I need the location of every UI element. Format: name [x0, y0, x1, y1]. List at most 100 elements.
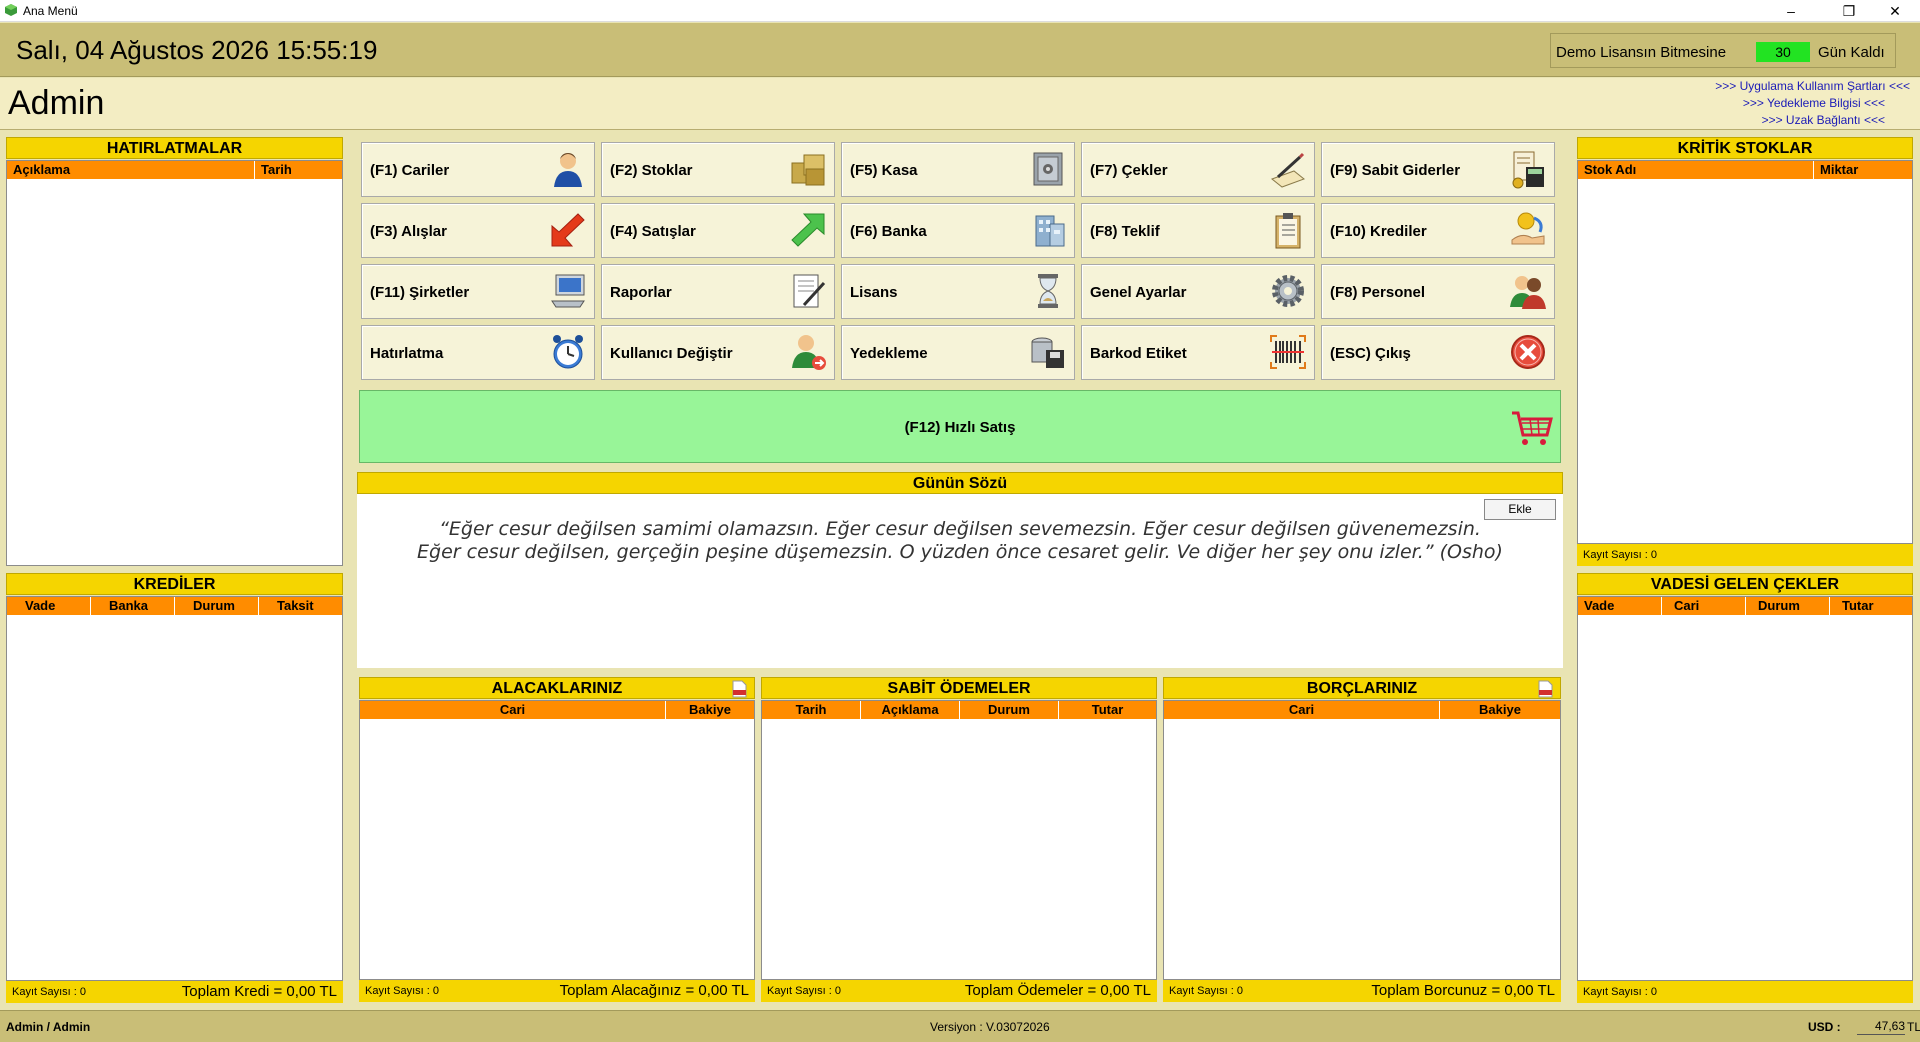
- exit-button[interactable]: (ESC) Çıkış: [1321, 325, 1555, 380]
- column-header[interactable]: Açıklama: [861, 701, 960, 719]
- column-header[interactable]: Tutar: [1830, 597, 1912, 615]
- pdf-export-icon[interactable]: [1536, 680, 1554, 698]
- reminders-header: Açıklama Tarih: [7, 161, 342, 179]
- record-count: Kayıt Sayısı : 0: [12, 986, 86, 998]
- status-bar: Admin / Admin Versiyon : V.03072026 USD …: [0, 1010, 1920, 1042]
- fixed-payments-header: Tarih Açıklama Durum Tutar: [762, 701, 1156, 719]
- column-header[interactable]: Tarih: [255, 161, 342, 179]
- backup-disk-icon: [1031, 337, 1064, 368]
- receivables-title: ALACAKLARINIZ: [491, 680, 623, 697]
- column-header[interactable]: Açıklama: [7, 161, 255, 179]
- loans-button[interactable]: (F10) Krediler: [1321, 203, 1555, 258]
- checks-button[interactable]: (F7) Çekler: [1081, 142, 1315, 197]
- column-header[interactable]: Cari: [1164, 701, 1440, 719]
- record-count: Kayıt Sayısı : 0: [767, 985, 841, 997]
- column-header[interactable]: Bakiye: [666, 701, 754, 719]
- app-icon: [5, 4, 17, 16]
- quick-sale-label: (F12) Hızlı Satış: [904, 419, 1016, 436]
- column-header[interactable]: Tutar: [1059, 701, 1156, 719]
- backup-info-link[interactable]: >>> Yedekleme Bilgisi <<<: [1743, 96, 1885, 110]
- total-debt: Toplam Borcunuz = 0,00 TL: [1371, 982, 1555, 999]
- column-header[interactable]: Cari: [360, 701, 666, 719]
- quick-sale-button[interactable]: (F12) Hızlı Satış: [359, 390, 1561, 463]
- gear-icon: [1272, 275, 1304, 307]
- column-header[interactable]: Vade: [1578, 597, 1662, 615]
- column-header[interactable]: Bakiye: [1440, 701, 1560, 719]
- staff-button[interactable]: (F8) Personel: [1321, 264, 1555, 319]
- bank-button[interactable]: (F6) Banka: [841, 203, 1075, 258]
- column-header[interactable]: Durum: [960, 701, 1059, 719]
- due-checks-footer: Kayıt Sayısı : 0: [1577, 981, 1913, 1003]
- license-button[interactable]: Lisans: [841, 264, 1075, 319]
- reminders-title: HATIRLATMALAR: [6, 137, 343, 159]
- remote-connection-link[interactable]: >>> Uzak Bağlantı <<<: [1762, 113, 1885, 127]
- button-label: (F11) Şirketler: [370, 284, 470, 301]
- barcode-icon: [1270, 335, 1306, 369]
- column-header[interactable]: Taksit: [259, 597, 342, 615]
- debts-title-bar: BORÇLARINIZ: [1163, 677, 1561, 699]
- debts-footer: Kayıt Sayısı : 0 Toplam Borcunuz = 0,00 …: [1163, 980, 1561, 1002]
- fixed-payments-title: SABİT ÖDEMELER: [761, 677, 1157, 699]
- close-button[interactable]: ✕: [1872, 0, 1918, 22]
- button-label: Lisans: [850, 284, 898, 301]
- column-header[interactable]: Miktar: [1814, 161, 1912, 179]
- license-info: Demo Lisansın Bitmesine 30 Gün Kaldı: [1550, 33, 1896, 68]
- fixed-expenses-button[interactable]: (F9) Sabit Giderler: [1321, 142, 1555, 197]
- user-bar: Admin >>> Uygulama Kullanım Şartları <<<…: [0, 78, 1920, 130]
- companies-button[interactable]: (F11) Şirketler: [361, 264, 595, 319]
- credits-grid[interactable]: Vade Banka Durum Taksit: [6, 596, 343, 981]
- column-header[interactable]: Banka: [91, 597, 175, 615]
- stocks-button[interactable]: (F2) Stoklar: [601, 142, 835, 197]
- debts-grid[interactable]: Cari Bakiye: [1163, 700, 1561, 980]
- reminders-grid[interactable]: Açıklama Tarih: [6, 160, 343, 566]
- maximize-button[interactable]: ❐: [1826, 0, 1872, 22]
- critical-stocks-grid[interactable]: Stok Adı Miktar: [1577, 160, 1913, 544]
- column-header[interactable]: Durum: [175, 597, 259, 615]
- column-header[interactable]: Tarih: [762, 701, 861, 719]
- cash-register-button[interactable]: (F5) Kasa: [841, 142, 1075, 197]
- reminder-button[interactable]: Hatırlatma: [361, 325, 595, 380]
- button-label: (F1) Cariler: [370, 162, 450, 179]
- add-quote-button[interactable]: Ekle: [1484, 499, 1556, 520]
- backup-button[interactable]: Yedekleme: [841, 325, 1075, 380]
- quote-panel: “Eğer cesur değilsen samimi olamazsın. E…: [357, 494, 1563, 668]
- customers-button[interactable]: (F1) Cariler: [361, 142, 595, 197]
- button-label: (F6) Banka: [850, 223, 927, 240]
- hourglass-icon: [1038, 274, 1058, 308]
- barcode-label-button[interactable]: Barkod Etiket: [1081, 325, 1315, 380]
- purchases-button[interactable]: (F3) Alışlar: [361, 203, 595, 258]
- button-label: Kullanıcı Değiştir: [610, 345, 733, 362]
- fixed-payments-grid[interactable]: Tarih Açıklama Durum Tutar: [761, 700, 1157, 980]
- switch-user-button[interactable]: Kullanıcı Değiştir: [601, 325, 835, 380]
- sales-button[interactable]: (F4) Satışlar: [601, 203, 835, 258]
- column-header[interactable]: Cari: [1662, 597, 1746, 615]
- button-label: (F7) Çekler: [1090, 162, 1168, 179]
- column-header[interactable]: Vade: [7, 597, 91, 615]
- critical-stocks-title: KRİTİK STOKLAR: [1577, 137, 1913, 159]
- column-header[interactable]: Durum: [1746, 597, 1830, 615]
- reports-button[interactable]: Raporlar: [601, 264, 835, 319]
- title-bar: Ana Menü – ❐ ✕: [0, 0, 1920, 22]
- status-user: Admin / Admin: [6, 1020, 91, 1034]
- due-checks-header: Vade Cari Durum Tutar: [1578, 597, 1912, 615]
- button-label: (F8) Personel: [1330, 284, 1426, 301]
- pdf-export-icon[interactable]: [730, 680, 748, 698]
- exit-icon: [1511, 335, 1545, 369]
- receivables-grid[interactable]: Cari Bakiye: [359, 700, 755, 980]
- staff-icon: [1510, 276, 1546, 309]
- settings-button[interactable]: Genel Ayarlar: [1081, 264, 1315, 319]
- due-checks-grid[interactable]: Vade Cari Durum Tutar: [1577, 596, 1913, 981]
- column-header[interactable]: Stok Adı: [1578, 161, 1814, 179]
- arrow-down-left-icon: [551, 213, 585, 247]
- terms-link[interactable]: >>> Uygulama Kullanım Şartları <<<: [1715, 79, 1910, 93]
- check-sign-icon: [1270, 152, 1306, 188]
- button-label: (F5) Kasa: [850, 162, 918, 179]
- usd-rate-field[interactable]: 47,63: [1857, 1017, 1905, 1035]
- window-title: Ana Menü: [23, 4, 78, 18]
- date-bar: Salı, 04 Ağustos 2026 15:55:19 Demo Lisa…: [0, 23, 1920, 77]
- button-label: Hatırlatma: [370, 345, 444, 362]
- switch-user-icon: [792, 335, 826, 370]
- button-label: (F8) Teklif: [1090, 223, 1160, 240]
- minimize-button[interactable]: –: [1768, 0, 1814, 22]
- quotation-button[interactable]: (F8) Teklif: [1081, 203, 1315, 258]
